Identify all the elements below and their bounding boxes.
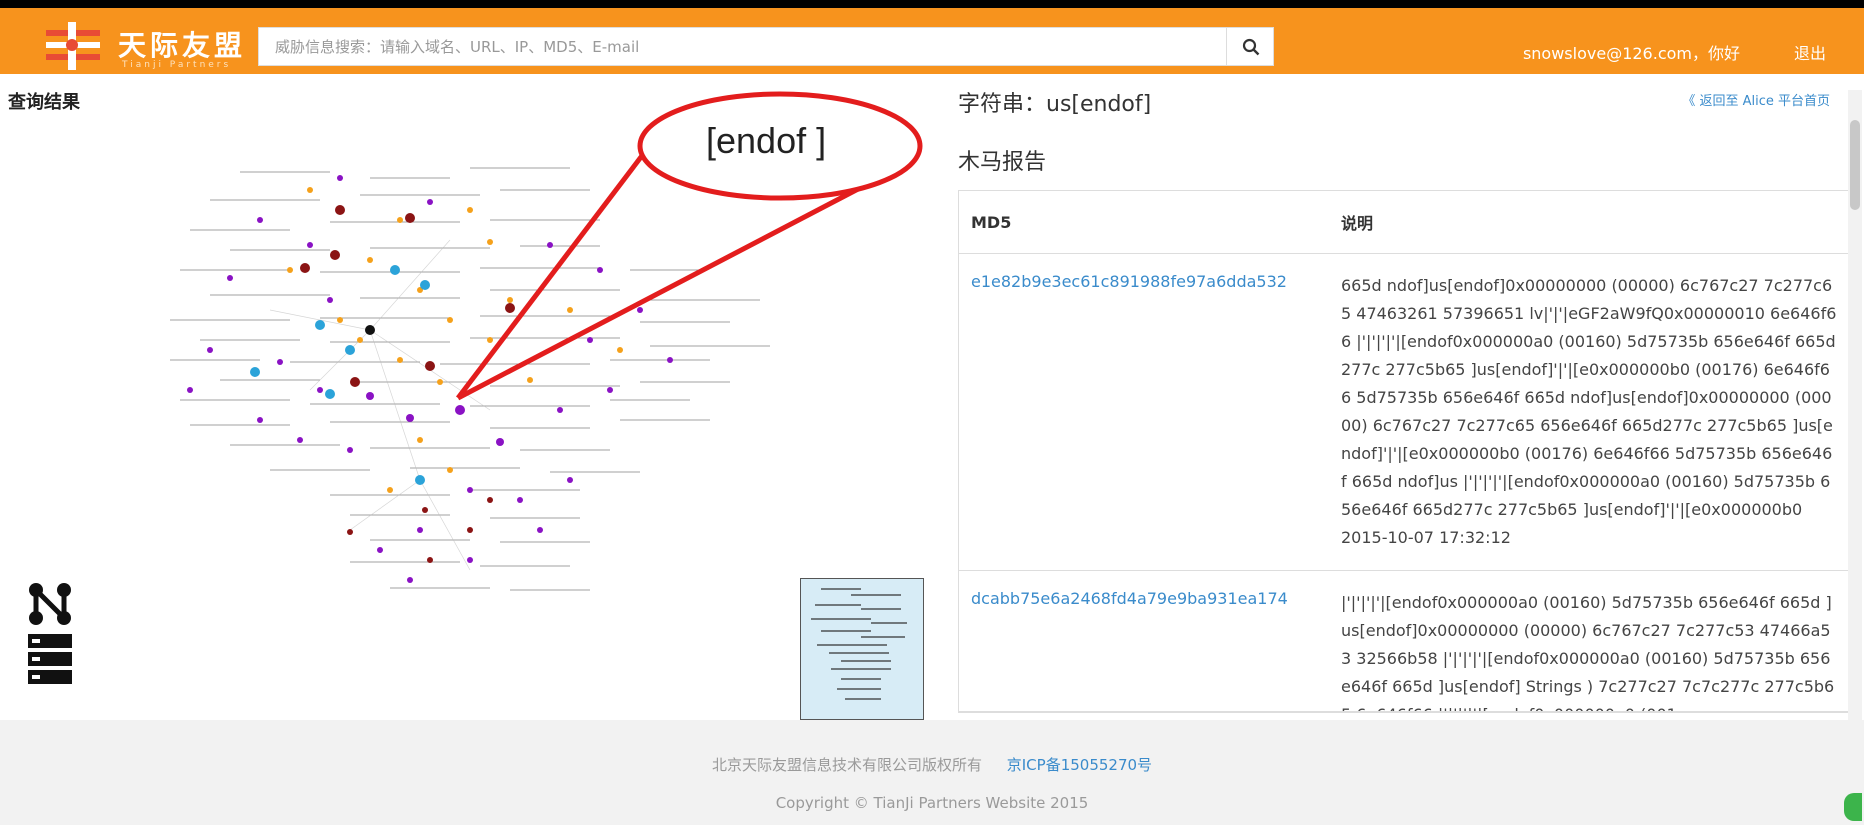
description-date: 2015-10-07 17:32:12 (1341, 528, 1511, 547)
detail-panel: 字符串：us[endof] 《 返回至 Alice 平台首页 木马报告 (958, 86, 1848, 176)
graph-tool-icon[interactable] (28, 582, 72, 688)
search-input[interactable]: 威胁信息搜索：请输入域名、URL、IP、MD5、E-mail (258, 27, 1274, 66)
table-row: e1e82b9e3ec61c891988fe97a6dda532 665d nd… (959, 254, 1849, 571)
graph-minimap[interactable] (800, 578, 924, 720)
description-cell: |'|'|'|'|[endof0x000000a0 (00160) 5d7573… (1341, 593, 1835, 711)
footer-icp-link[interactable]: 京ICP备15055270号 (1007, 756, 1152, 774)
annotation-label: [endof ] (706, 120, 827, 161)
column-header-md5: MD5 (971, 212, 1012, 232)
brand-logo-icon[interactable] (38, 22, 108, 70)
user-greeting[interactable]: snowslove@126.com，你好 (1523, 40, 1740, 64)
back-link[interactable]: 《 返回至 Alice 平台首页 (1682, 90, 1830, 109)
floating-widget[interactable] (1844, 793, 1862, 821)
table-header: MD5 说明 (959, 191, 1849, 254)
table-row: dcabb75e6a2468fd4a79e9ba931ea174 |'|'|'|… (959, 571, 1849, 712)
description-text: 665d ndof]us[endof]0x00000000 (00000) 6c… (1341, 276, 1837, 519)
footer-company-text: 北京天际友盟信息技术有限公司版权所有 (711, 756, 982, 774)
search-button[interactable] (1226, 27, 1274, 66)
relationship-graph[interactable] (170, 150, 900, 690)
report-title: 木马报告 (958, 150, 1047, 175)
logout-link[interactable]: 退出 (1794, 40, 1826, 64)
footer-company: 北京天际友盟信息技术有限公司版权所有 京ICP备15055270号 (0, 754, 1864, 775)
brand-subtitle: Tianji Partners (122, 60, 232, 70)
scrollbar-thumb[interactable] (1850, 120, 1860, 210)
header: 天际友盟 Tianji Partners 威胁信息搜索：请输入域名、URL、IP… (0, 8, 1864, 74)
description-cell: 665d ndof]us[endof]0x00000000 (00000) 6c… (1329, 254, 1849, 570)
minimap-graph-icon (811, 588, 907, 700)
footer: 北京天际友盟信息技术有限公司版权所有 京ICP备15055270号 Copyri… (0, 720, 1864, 825)
md5-link[interactable]: e1e82b9e3ec61c891988fe97a6dda532 (959, 254, 1329, 570)
report-table: MD5 说明 e1e82b9e3ec61c891988fe97a6dda532 … (958, 190, 1850, 713)
md5-link[interactable]: dcabb75e6a2468fd4a79e9ba931ea174 (959, 571, 1329, 711)
top-bar (0, 0, 1864, 8)
column-header-desc: 说明 (1341, 214, 1374, 233)
footer-copyright: Copyright © TianJi Partners Website 2015 (775, 794, 1089, 812)
result-title: 查询结果 (8, 92, 80, 113)
brand-name[interactable]: 天际友盟 (118, 24, 246, 64)
search-icon (1242, 38, 1259, 55)
